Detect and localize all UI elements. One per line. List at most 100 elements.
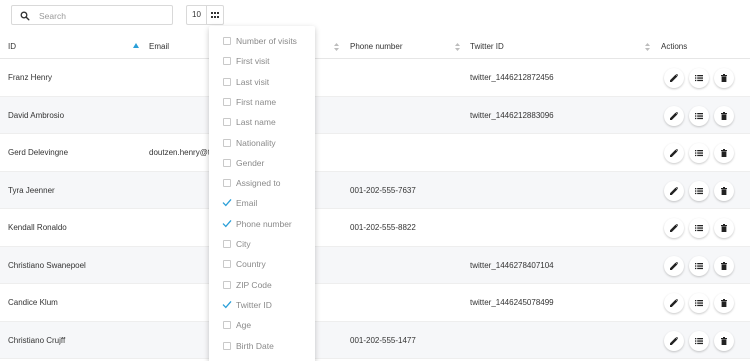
sort-arrows-icon[interactable] [455,43,460,51]
column-option[interactable]: Number of visits [209,31,315,51]
column-option[interactable]: Nationality [209,133,315,153]
details-button[interactable] [689,180,709,201]
column-option[interactable]: Last visit [209,72,315,92]
edit-button[interactable] [664,68,684,88]
table-row[interactable]: Christiano Crujff 001-202-555-1477 [0,321,750,359]
cell-twitter: twitter_1446245078499 [470,298,554,307]
list-icon [695,150,703,157]
list-icon [695,112,703,119]
column-header-id[interactable]: ID [8,35,16,59]
table-row[interactable]: Gerd Delevingne doutzen.henry@to [0,134,750,172]
details-button[interactable] [689,105,709,126]
column-option-label: Last visit [236,76,270,87]
page-size-select[interactable]: 10 [186,5,207,25]
checkbox[interactable] [223,57,231,66]
sort-arrows-icon[interactable] [334,43,339,51]
trash-icon [721,74,727,82]
delete-button[interactable] [714,293,734,313]
checkbox[interactable] [223,138,231,147]
table-row[interactable]: Candice Klum twitter_1446245078499 [0,284,750,322]
delete-button[interactable] [714,330,734,351]
details-button[interactable] [689,330,709,351]
column-option[interactable]: First visit [209,51,315,71]
sort-arrows-icon[interactable] [645,43,650,51]
details-button[interactable] [689,218,709,238]
details-button[interactable] [689,293,709,313]
details-button[interactable] [689,255,709,276]
column-option[interactable]: Phone number [209,214,315,234]
delete-button[interactable] [714,143,734,163]
column-option-label: City [236,239,251,249]
column-option[interactable]: ZIP Code [209,275,315,295]
edit-button[interactable] [664,143,684,163]
pencil-icon [670,149,678,157]
column-option[interactable]: Email [209,193,315,213]
grid-icon [211,12,219,18]
row-actions [664,143,744,163]
edit-button[interactable] [664,330,684,351]
checkbox[interactable] [223,118,231,127]
delete-button[interactable] [714,218,734,238]
checkbox[interactable] [223,240,231,248]
checkbox[interactable] [223,37,231,45]
checkbox[interactable] [223,77,231,86]
column-option-label: Nationality [236,137,276,148]
table-row[interactable]: Franz Henry twitter_1446212872456 [0,59,750,97]
cell-twitter: twitter_1446212872456 [470,73,554,82]
column-header-twitter[interactable]: Twitter ID [470,35,504,59]
table-row[interactable]: Kendall Ronaldo 001-202-555-8822 [0,209,750,247]
sort-ascending-icon[interactable] [133,43,139,48]
checkbox[interactable] [223,97,231,106]
trash-icon [721,336,727,345]
list-icon [695,300,703,307]
checkmark-icon [222,300,232,309]
row-actions [664,105,744,126]
delete-button[interactable] [714,105,734,126]
edit-button[interactable] [664,255,684,276]
delete-button[interactable] [714,255,734,276]
delete-button[interactable] [714,180,734,201]
column-header-phone[interactable]: Phone number [350,35,402,59]
checkbox[interactable] [223,280,231,289]
cell-phone: 001-202-555-7637 [350,185,416,195]
column-option[interactable]: Twitter ID [209,295,315,315]
trash-icon [721,149,727,157]
column-header-email[interactable]: Email [149,35,169,59]
column-option-label: Phone number [236,218,292,229]
column-picker-button[interactable] [207,5,224,25]
column-option[interactable]: Country [209,254,315,274]
edit-button[interactable] [664,293,684,313]
checkbox[interactable] [223,260,231,269]
table-row[interactable]: Tyra Jeenner 001-202-555-7637 [0,171,750,209]
column-option[interactable]: Last name [209,112,315,132]
search-input[interactable] [39,9,164,22]
list-icon [695,75,703,82]
table-row[interactable]: David Ambrosio twitter_1446212883096 [0,96,750,134]
checkbox[interactable] [223,341,231,350]
edit-button[interactable] [664,218,684,238]
list-icon [695,187,703,194]
edit-button[interactable] [664,105,684,126]
details-button[interactable] [689,143,709,163]
column-option-label: Last name [236,117,276,128]
column-option[interactable]: Assigned to [209,173,315,193]
details-button[interactable] [689,68,709,88]
column-option[interactable]: City [209,234,315,254]
table-row[interactable]: Christiano Swanepoel twitter_14462784071… [0,246,750,284]
column-option[interactable]: Age [209,315,315,335]
data-table: ID Email Phone number Twitter ID Actions… [0,35,750,359]
cell-id: David Ambrosio [8,110,65,120]
checkbox[interactable] [223,179,231,188]
pencil-icon [670,261,678,270]
search-box[interactable] [11,5,173,25]
column-option[interactable]: First name [209,92,315,112]
checkbox[interactable] [223,321,231,330]
column-option[interactable]: Birth Date [209,336,315,356]
pencil-icon [670,299,678,307]
edit-button[interactable] [664,180,684,201]
column-option[interactable]: Gender [209,153,315,173]
cell-phone: 001-202-555-1477 [350,335,416,345]
checkbox[interactable] [223,158,231,167]
delete-button[interactable] [714,68,734,88]
trash-icon [721,186,727,195]
